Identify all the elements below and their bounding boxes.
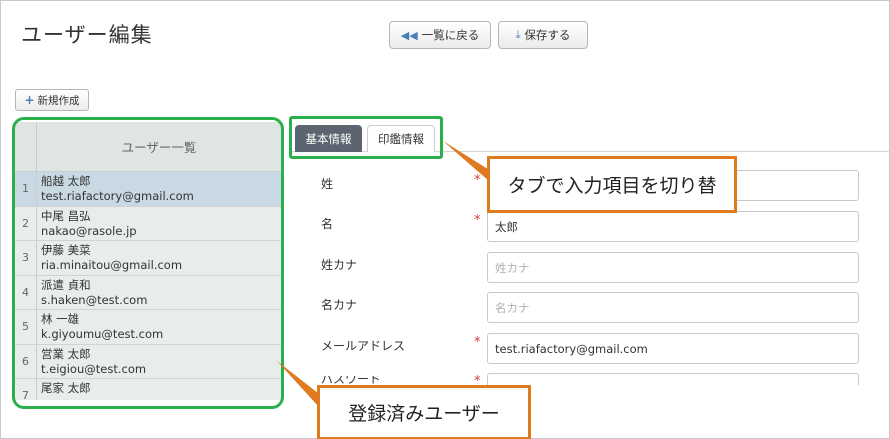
save-button[interactable]: ⤓ 保存する — [498, 21, 588, 49]
email-input[interactable]: test.riafactory@gmail.com — [487, 333, 859, 364]
first-name-input[interactable]: 太郎 — [487, 211, 859, 242]
first-name-kana-input[interactable]: 名カナ — [487, 292, 859, 323]
first-name-kana-label: 名カナ — [321, 298, 358, 312]
new-user-label: 新規作成 — [37, 94, 80, 107]
back-to-list-label: 一覧に戻る — [421, 28, 480, 42]
app-window: ユーザー編集 ◀◀ 一覧に戻る ⤓ 保存する + 新規作成 ユーザー一覧 1 船… — [0, 0, 890, 439]
save-label: 保存する — [524, 28, 571, 42]
tabs-highlight — [289, 116, 443, 159]
user-list-highlight — [12, 117, 284, 409]
required-mark: * — [474, 335, 481, 350]
back-to-list-button[interactable]: ◀◀ 一覧に戻る — [389, 21, 491, 49]
double-chevron-left-icon: ◀◀ — [400, 28, 418, 42]
tabs-callout: タブで入力項目を切り替 — [487, 156, 737, 213]
tabs-callout-pointer — [443, 141, 491, 181]
required-mark: * — [474, 374, 481, 385]
last-name-kana-input[interactable]: 姓カナ — [487, 252, 859, 283]
required-mark: * — [474, 173, 481, 188]
download-icon: ⤓ — [515, 28, 521, 41]
users-callout: 登録済みユーザー — [317, 385, 531, 439]
last-name-kana-label: 姓カナ — [321, 258, 358, 272]
page-title: ユーザー編集 — [21, 23, 153, 47]
new-user-button[interactable]: + 新規作成 — [15, 89, 89, 111]
password-label-text: パスワード — [321, 376, 382, 385]
first-name-label: 名 — [321, 217, 334, 231]
email-label: メールアドレス — [321, 339, 406, 353]
required-mark: * — [474, 213, 481, 228]
password-input[interactable] — [487, 373, 859, 385]
password-label: パスワード — [321, 376, 381, 385]
last-name-label: 姓 — [321, 177, 334, 191]
plus-icon: + — [24, 93, 35, 107]
